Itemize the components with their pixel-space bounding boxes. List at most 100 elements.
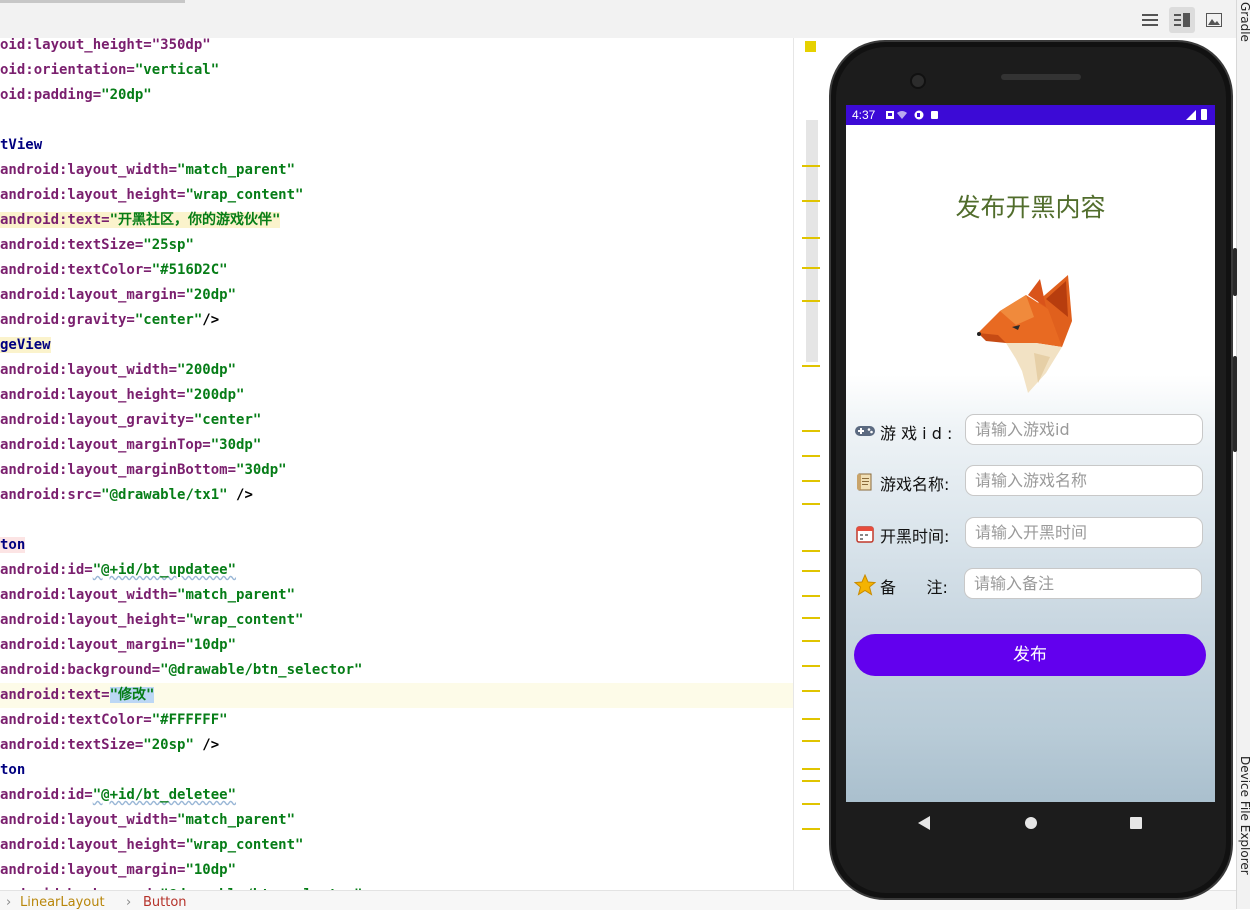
code-line[interactable]: oid:padding="20dp" (0, 83, 152, 108)
code-line[interactable]: android:text="开黑社区，你的游戏伙伴" (0, 208, 281, 233)
code-line[interactable]: android:layout_height="wrap_content" (0, 833, 303, 858)
code-line[interactable]: android:layout_width="200dp" (0, 358, 236, 383)
change-marker[interactable] (802, 640, 820, 642)
change-marker[interactable] (802, 480, 820, 482)
code-line[interactable]: android:id="@+id/bt_deletee" (0, 783, 236, 808)
device-screen: 4:37 发布开黑内容 游 戏 i d :请输入游戏id游戏名称:请输入游 (846, 105, 1215, 802)
code-line[interactable]: android:layout_margin="10dp" (0, 858, 236, 883)
field-input[interactable]: 请输入游戏名称 (965, 465, 1203, 497)
change-marker[interactable] (802, 690, 820, 692)
code-line[interactable]: ton (0, 533, 26, 558)
change-marker[interactable] (802, 430, 820, 432)
change-marker[interactable] (802, 828, 820, 830)
device-explorer-label: Device File Explorer (1238, 756, 1250, 875)
code-line[interactable]: android:background="@drawable/btn_select… (0, 883, 362, 890)
change-marker[interactable] (802, 267, 820, 269)
code-line[interactable]: android:background="@drawable/btn_select… (0, 658, 362, 683)
change-marker[interactable] (802, 165, 820, 167)
recents-icon[interactable] (1130, 817, 1142, 829)
change-marker[interactable] (802, 365, 820, 367)
form-row: 备 注: 请输入备注 (853, 567, 1209, 602)
change-marker[interactable] (802, 455, 820, 457)
speaker-grille (1001, 74, 1081, 80)
lines-icon (1142, 14, 1158, 26)
field-label: 备 注: (880, 577, 948, 597)
change-marker[interactable] (802, 595, 820, 597)
device-file-explorer-tab[interactable]: Device File Explorer (1238, 756, 1250, 875)
power-button (1233, 248, 1237, 296)
field-input[interactable]: 请输入备注 (964, 567, 1202, 599)
code-line[interactable]: android:layout_height="200dp" (0, 383, 244, 408)
code-line[interactable]: android:textColor="#FFFFFF" (0, 708, 228, 733)
form-row: 游戏名称: 请输入游戏名称 (853, 465, 1209, 499)
code-line[interactable]: android:textSize="25sp" (0, 233, 194, 258)
code-line[interactable]: android:layout_width="match_parent" (0, 583, 295, 608)
code-view-button[interactable] (1137, 7, 1163, 33)
change-marker[interactable] (802, 617, 820, 619)
change-marker[interactable] (802, 570, 820, 572)
change-marker[interactable] (802, 503, 820, 505)
publish-button[interactable]: 发布 (854, 634, 1206, 676)
code-line[interactable]: android:layout_height="wrap_content" (0, 183, 303, 208)
change-marker[interactable] (802, 237, 820, 239)
change-marker[interactable] (802, 550, 820, 552)
change-marker[interactable] (802, 200, 820, 202)
code-line[interactable]: android:layout_marginBottom="30dp" (0, 458, 287, 483)
code-line[interactable]: geView (0, 333, 51, 358)
code-line[interactable]: android:layout_height="wrap_content" (0, 608, 303, 633)
code-line[interactable]: android:layout_margin="10dp" (0, 633, 236, 658)
home-icon[interactable] (1025, 817, 1037, 829)
change-marker[interactable] (802, 300, 820, 302)
change-marker[interactable] (802, 803, 820, 805)
breadcrumb-button[interactable]: Button (143, 895, 187, 910)
code-line[interactable]: android:textColor="#516D2C" (0, 258, 228, 283)
breadcrumb-linearlayout[interactable]: LinearLayout (20, 895, 105, 910)
field-label: 游戏名称: (880, 475, 950, 495)
calendar-icon (853, 522, 877, 546)
code-line[interactable]: android:layout_width="match_parent" (0, 158, 295, 183)
code-line[interactable]: tView (0, 133, 42, 158)
code-line[interactable]: ton (0, 758, 25, 783)
code-line[interactable]: android:textSize="20sp" /> (0, 733, 219, 758)
change-marker[interactable] (802, 780, 820, 782)
status-bar: 4:37 (846, 105, 1215, 125)
form-row: 游 戏 i d : 请输入游戏id (853, 414, 1209, 448)
code-line[interactable]: android:id="@+id/bt_updatee" (0, 558, 236, 583)
image-icon (1206, 13, 1222, 27)
tab-indicator (0, 0, 185, 3)
signal-battery-icon (1186, 109, 1207, 120)
notification-icons (886, 110, 938, 120)
app-content: 发布开黑内容 游 戏 i d : 请输入游戏id 游戏名称: 请输入游戏名称开黑时间:… (846, 125, 1215, 802)
change-marker[interactable] (802, 718, 820, 720)
code-line[interactable]: android:text="修改" (0, 683, 793, 708)
fox-logo (977, 275, 1072, 393)
form-row: 开黑时间: 请输入开黑时间 (853, 516, 1209, 551)
page-title: 发布开黑内容 (955, 193, 1106, 222)
back-icon[interactable] (918, 816, 930, 830)
code-line[interactable]: android:src="@drawable/tx1" /> (0, 483, 253, 508)
field-input[interactable]: 请输入游戏id (965, 414, 1203, 445)
code-line[interactable]: android:layout_width="match_parent" (0, 808, 295, 833)
code-line[interactable]: oid:orientation="vertical" (0, 58, 219, 83)
code-line[interactable]: oid:layout_height="350dp" (0, 38, 211, 58)
field-input[interactable]: 请输入开黑时间 (965, 516, 1203, 548)
code-line[interactable]: android:layout_marginTop="30dp" (0, 433, 261, 458)
field-label: 开黑时间: (880, 526, 950, 546)
change-marker[interactable] (802, 768, 820, 770)
code-line[interactable]: android:gravity="center"/> (0, 308, 219, 333)
change-marker[interactable] (802, 665, 820, 667)
code-line[interactable]: android:layout_gravity="center" (0, 408, 261, 433)
editor-scrollbar[interactable] (806, 120, 818, 362)
split-view-button[interactable] (1169, 7, 1195, 33)
gamepad-icon (853, 419, 877, 443)
design-view-button[interactable] (1201, 7, 1227, 33)
star-icon (853, 573, 877, 597)
field-label: 游 戏 i d : (880, 424, 953, 443)
warning-indicator[interactable] (805, 41, 816, 52)
code-line[interactable]: android:layout_margin="20dp" (0, 283, 236, 308)
change-marker[interactable] (802, 740, 820, 742)
code-editor[interactable]: oid:layout_height="350dp" oid:orientation… (0, 38, 793, 890)
gradle-tab[interactable]: Gradle (1238, 2, 1250, 42)
volume-button (1233, 356, 1237, 452)
split-icon (1174, 13, 1190, 27)
